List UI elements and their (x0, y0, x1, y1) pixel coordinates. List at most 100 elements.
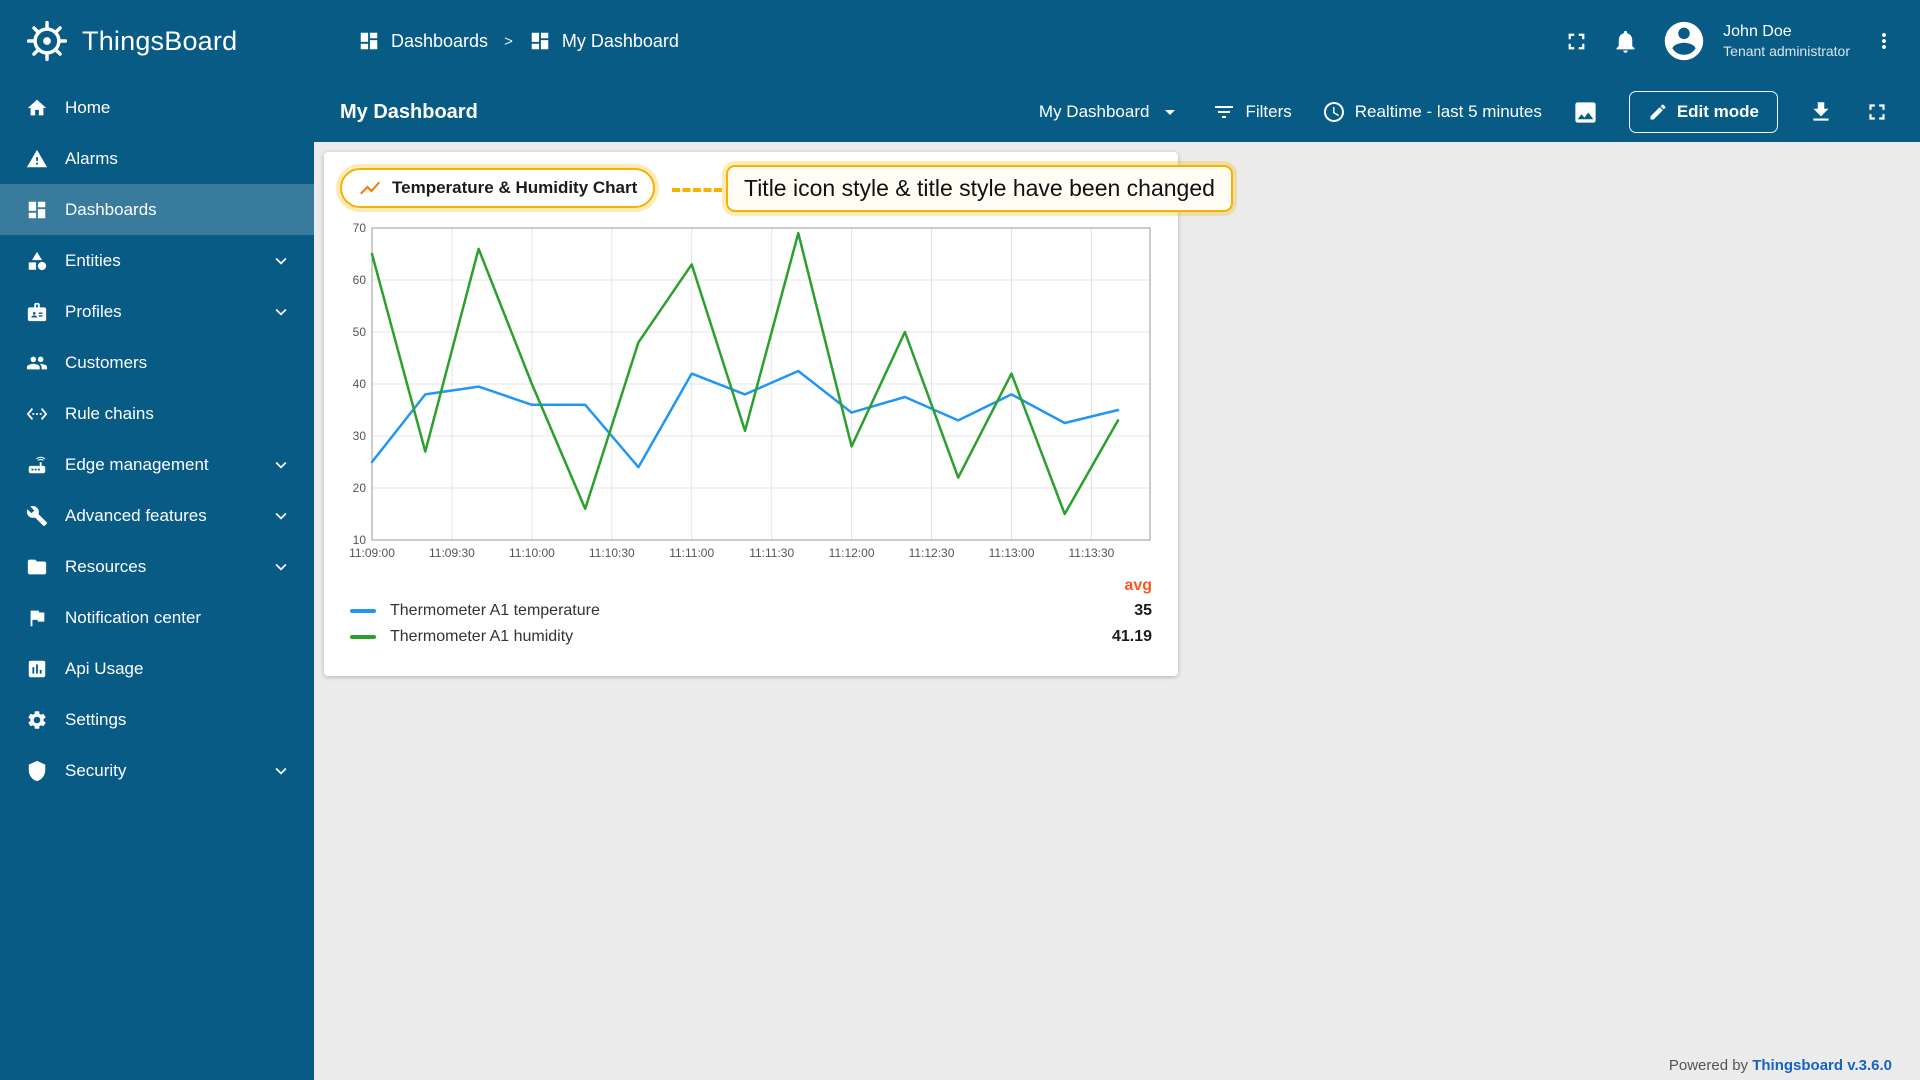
chevron-down-icon (270, 505, 292, 527)
dashboard-select[interactable]: My Dashboard (1039, 100, 1183, 124)
breadcrumb-separator: > (504, 32, 513, 50)
wrench-icon (26, 505, 48, 527)
dashboards-grid-icon (26, 199, 48, 221)
gear-icon (26, 709, 48, 731)
chevron-down-icon (270, 760, 292, 782)
legend-avg-value: 41.19 (1111, 628, 1152, 645)
sidebar-item-home[interactable]: Home (0, 82, 314, 133)
chart-legend: avg Thermometer A1 temperature 35 Thermo… (350, 574, 1152, 650)
sidebar-item-profiles[interactable]: Profiles (0, 286, 314, 337)
svg-text:11:13:00: 11:13:00 (989, 546, 1035, 560)
breadcrumb: Dashboards > My Dashboard (358, 30, 679, 52)
timewindow-label: Realtime - last 5 minutes (1354, 102, 1542, 121)
dashboards-grid-icon (531, 32, 549, 50)
edit-mode-button[interactable]: Edit mode (1628, 91, 1778, 133)
dashboards-grid-icon (360, 32, 378, 50)
avatar[interactable] (1661, 18, 1707, 64)
svg-text:10: 10 (353, 533, 367, 547)
legend-marker (350, 635, 376, 639)
footer: Powered by Thingsboard v.3.6.0 (1669, 1057, 1892, 1074)
chevron-down-icon (270, 301, 292, 323)
sidebar-item-settings[interactable]: Settings (0, 694, 314, 745)
sidebar-item-label: Settings (65, 709, 127, 729)
annotation-connector (672, 188, 722, 192)
legend-label: Thermometer A1 temperature (390, 602, 600, 619)
flag-icon (26, 607, 48, 629)
legend-item[interactable]: Thermometer A1 humidity 41.19 (350, 624, 1152, 650)
sidebar-item-edge-management[interactable]: Edge management (0, 439, 314, 490)
page-title: My Dashboard (340, 100, 478, 123)
breadcrumb-label: Dashboards (391, 30, 489, 51)
legend-marker (350, 609, 376, 613)
svg-text:40: 40 (353, 377, 367, 391)
sidebar-item-dashboards[interactable]: Dashboards (0, 184, 314, 235)
sidebar: ThingsBoard Home Alarms Dashboards Entit… (0, 0, 314, 1080)
toolbar-actions: My Dashboard Filters Realtime - last 5 m… (1039, 91, 1890, 133)
svg-text:11:09:30: 11:09:30 (429, 546, 475, 560)
thingsboard-logo[interactable]: ThingsBoard (0, 0, 314, 82)
toolbar-fullscreen-button[interactable] (1864, 99, 1890, 125)
legend-avg-value: 35 (1134, 602, 1152, 619)
sidebar-item-label: Alarms (65, 148, 118, 168)
sidebar-item-label: Home (65, 97, 111, 117)
legend-item[interactable]: Thermometer A1 temperature 35 (350, 598, 1152, 624)
chevron-down-icon (270, 454, 292, 476)
breadcrumb-my-dashboard[interactable]: My Dashboard (529, 30, 679, 52)
sidebar-item-label: Profiles (65, 301, 122, 321)
svg-text:50: 50 (353, 325, 367, 339)
sidebar-item-api-usage[interactable]: Api Usage (0, 643, 314, 694)
thingsboard-gear-logo-icon (24, 18, 70, 64)
widget-title-chip: Temperature & Humidity Chart (340, 168, 656, 208)
download-button[interactable] (1808, 99, 1834, 125)
dashboard-toolbar: My Dashboard My Dashboard Filters Realti… (314, 82, 1920, 142)
legend-label: Thermometer A1 humidity (390, 628, 574, 645)
more-menu-button[interactable] (1872, 29, 1896, 53)
sidebar-item-resources[interactable]: Resources (0, 541, 314, 592)
user-role: Tenant administrator (1723, 43, 1850, 60)
svg-text:20: 20 (353, 481, 367, 495)
legend-avg-header: avg (1124, 577, 1152, 594)
folder-icon (26, 556, 48, 578)
user-name: John Doe (1723, 22, 1792, 40)
chart-box-icon (26, 658, 48, 680)
sidebar-item-alarms[interactable]: Alarms (0, 133, 314, 184)
code-brackets-icon (26, 403, 48, 425)
svg-text:11:13:30: 11:13:30 (1068, 546, 1114, 560)
line-chart-icon (360, 181, 380, 195)
sidebar-item-label: Resources (65, 556, 147, 576)
notifications-button[interactable] (1612, 28, 1639, 55)
sidebar-item-entities[interactable]: Entities (0, 235, 314, 286)
kebab-icon (1882, 33, 1886, 49)
router-antenna-icon (26, 454, 48, 476)
warning-triangle-icon (26, 148, 48, 170)
top-bar: Dashboards > My Dashboard John Doe Tenan… (314, 0, 1920, 82)
download-icon (1813, 102, 1829, 121)
timeseries-chart-svg[interactable]: 10 20 30 40 50 60 70 11:09:00 11:09:30 11:10:00 11… (338, 218, 1160, 570)
account-circle-icon (1664, 21, 1704, 61)
filter-icon (1215, 106, 1234, 118)
sidebar-item-label: Customers (65, 352, 148, 372)
svg-text:60: 60 (353, 273, 367, 287)
sidebar-item-rule-chains[interactable]: Rule chains (0, 388, 314, 439)
sidebar-item-security[interactable]: Security (0, 745, 314, 796)
breadcrumb-dashboards[interactable]: Dashboards (358, 30, 488, 52)
sidebar-item-label: Notification center (65, 607, 202, 627)
filters-button[interactable]: Filters (1212, 100, 1292, 124)
people-group-icon (26, 352, 48, 374)
sidebar-item-label: Api Usage (65, 658, 144, 678)
sidebar-item-customers[interactable]: Customers (0, 337, 314, 388)
svg-text:70: 70 (353, 221, 367, 235)
chevron-down-icon (270, 556, 292, 578)
sidebar-item-label: Entities (65, 250, 121, 270)
fullscreen-button[interactable] (1563, 28, 1590, 55)
dashboard-image-button[interactable] (1572, 99, 1599, 126)
svg-text:11:09:00: 11:09:00 (349, 546, 395, 560)
thingsboard-version-link[interactable]: Thingsboard v.3.6.0 (1752, 1057, 1892, 1074)
sidebar-item-advanced-features[interactable]: Advanced features (0, 490, 314, 541)
chevron-down-icon (270, 250, 292, 272)
sidebar-item-notification-center[interactable]: Notification center (0, 592, 314, 643)
chart-widget: Temperature & Humidity Chart 10 20 30 40 50 6… (324, 152, 1178, 676)
timewindow-button[interactable]: Realtime - last 5 minutes (1322, 100, 1542, 124)
powered-by-text: Powered by (1668, 1057, 1753, 1074)
image-icon (1575, 101, 1596, 123)
